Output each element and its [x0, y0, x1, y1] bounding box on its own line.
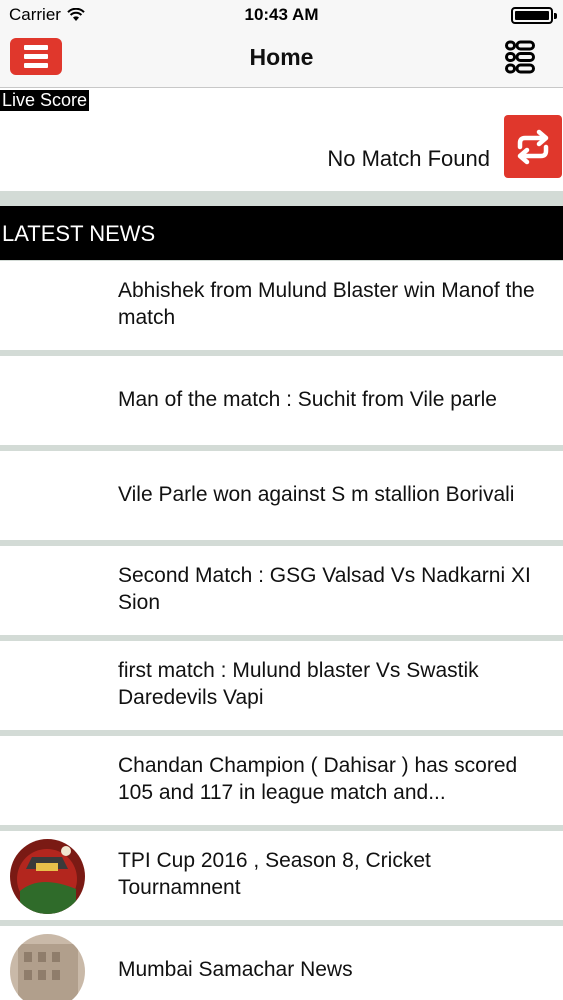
no-match-message: No Match Found [327, 146, 490, 171]
news-title: Man of the match : Suchit from Vile parl… [118, 388, 497, 411]
battery-icon [511, 7, 557, 24]
page-title: Home [249, 44, 314, 70]
news-item[interactable]: Second Match : GSG Valsad Vs Nadkarni XI… [0, 546, 563, 635]
news-title: TPI Cup 2016 , Season 8, Cricket Tournam… [118, 849, 431, 899]
navigation-bar: Home [0, 30, 563, 88]
live-score-panel: Live Score No Match Found [0, 88, 563, 191]
news-title: Vile Parle won against S m stallion Bori… [118, 483, 515, 506]
news-item[interactable]: Abhishek from Mulund Blaster win Manof t… [0, 261, 563, 350]
news-item[interactable]: Mumbai Samachar News [0, 926, 563, 1000]
live-score-label: Live Score [0, 90, 90, 111]
news-item[interactable]: first match : Mulund blaster Vs Swastik … [0, 641, 563, 730]
news-item[interactable]: Chandan Champion ( Dahisar ) has scored … [0, 736, 563, 825]
news-title: first match : Mulund blaster Vs Swastik … [118, 659, 479, 709]
refresh-button[interactable] [504, 115, 562, 178]
latest-news-header: LATEST NEWS [0, 206, 563, 260]
news-item[interactable]: Vile Parle won against S m stallion Bori… [0, 451, 563, 540]
news-thumbnail [10, 839, 85, 914]
news-title: Mumbai Samachar News [118, 958, 353, 981]
list-icon[interactable] [505, 40, 535, 74]
status-time: 10:43 AM [244, 5, 319, 24]
news-title: Second Match : GSG Valsad Vs Nadkarni XI… [118, 564, 531, 614]
news-title: Chandan Champion ( Dahisar ) has scored … [118, 754, 518, 804]
news-thumbnail [10, 934, 85, 1000]
news-item[interactable]: TPI Cup 2016 , Season 8, Cricket Tournam… [0, 831, 563, 920]
status-bar: Carrier 10:43 AM [0, 0, 563, 30]
news-title: Abhishek from Mulund Blaster win Manof t… [118, 279, 535, 329]
refresh-icon [517, 129, 549, 164]
news-item[interactable]: Man of the match : Suchit from Vile parl… [0, 356, 563, 445]
